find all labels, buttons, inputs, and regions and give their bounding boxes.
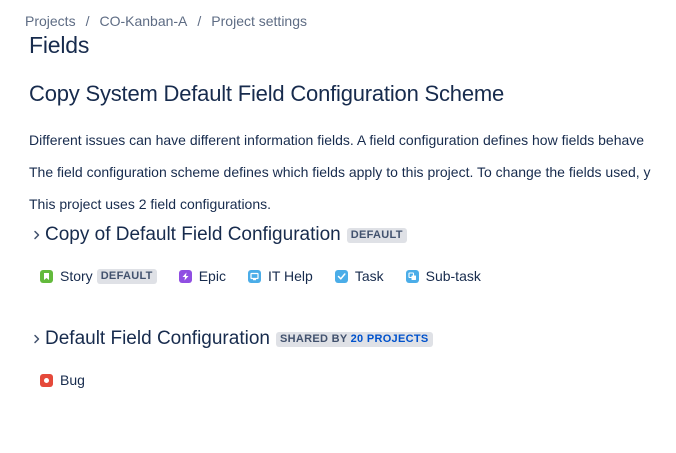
description-text: The field configuration scheme defines w… [29,164,651,180]
issue-type-name: Sub-task [425,268,481,284]
chevron-right-icon[interactable] [29,328,45,350]
breadcrumb: Projects / CO-Kanban-A / Project setting… [25,12,307,30]
issue-type-bug: Bug [40,372,85,388]
issue-type-name: Epic [198,268,226,284]
shared-by-badge: SHARED BY 20 PROJECTS [275,331,433,347]
story-icon [40,269,53,283]
shared-by-label: SHARED BY [279,332,348,345]
section-header-default: Default Field Configuration SHARED BY 20… [29,328,433,350]
issue-type-list: Story DEFAULT Epic IT Help Task Sub-task [40,268,503,284]
issue-type-list: Bug [40,372,107,388]
bug-icon [40,373,53,387]
shared-projects-link[interactable]: 20 PROJECTS [351,333,429,345]
page-title: Fields [29,32,90,58]
issue-type-subtask: Sub-task [405,268,481,284]
issue-type-it-help: IT Help [247,268,313,284]
breadcrumb-project-settings[interactable]: Project settings [211,13,307,29]
default-badge: DEFAULT [346,227,407,243]
section-title[interactable]: Default Field Configuration [45,328,270,350]
scheme-title: Copy System Default Field Configuration … [29,81,505,106]
issue-type-name: Bug [60,372,85,388]
description-text: Different issues can have different info… [29,132,645,148]
issue-type-name: Task [354,268,384,284]
epic-icon [178,269,192,283]
section-title[interactable]: Copy of Default Field Configuration [45,224,341,246]
section-header-copy-default: Copy of Default Field Configuration DEFA… [29,224,407,246]
it-help-icon [247,269,261,283]
issue-type-story: Story DEFAULT [40,268,157,284]
breadcrumb-projects[interactable]: Projects [25,13,76,29]
chevron-right-icon[interactable] [29,224,45,246]
issue-type-task: Task [334,268,384,284]
default-badge: DEFAULT [96,268,157,284]
issue-type-epic: Epic [178,268,226,284]
breadcrumb-separator: / [85,13,90,29]
task-icon [334,269,348,283]
breadcrumb-project[interactable]: CO-Kanban-A [99,13,187,29]
issue-type-name: IT Help [267,268,313,284]
subtask-icon [405,269,419,283]
breadcrumb-separator: / [197,13,202,29]
field-config-count-text: This project uses 2 field configurations… [29,196,272,212]
issue-type-name: Story [60,268,93,284]
